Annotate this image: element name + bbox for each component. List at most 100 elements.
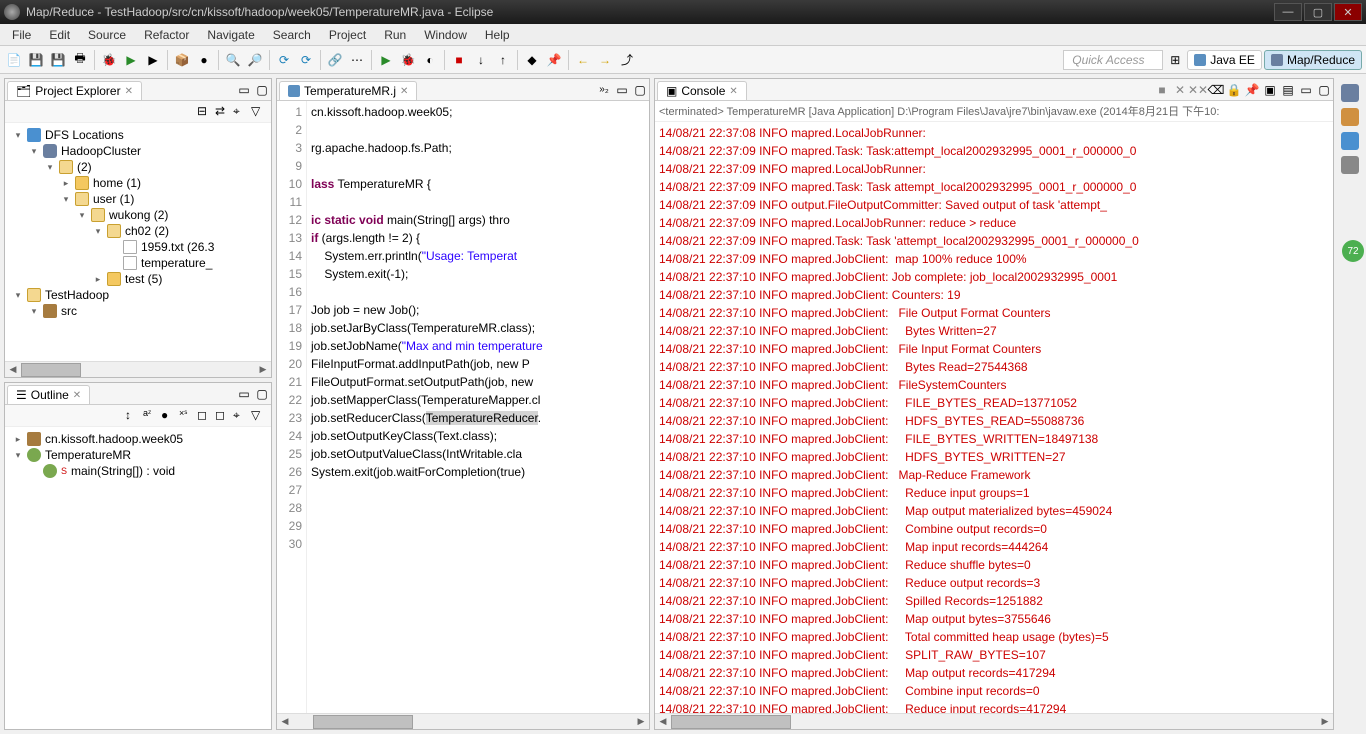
toggle-mark-button[interactable]: ◆: [522, 50, 542, 70]
minimize-pane-button[interactable]: ▭: [1298, 82, 1314, 98]
scroll-thumb[interactable]: [671, 715, 791, 729]
tree-twisty-icon[interactable]: ▾: [13, 290, 23, 301]
scroll-right-icon[interactable]: ▶: [633, 715, 649, 729]
collapse-all-button[interactable]: ⊟: [197, 104, 213, 120]
outline-node[interactable]: Smain(String[]) : void: [9, 463, 267, 479]
tree-node[interactable]: ▾user (1): [9, 191, 267, 207]
view-menu-button[interactable]: ▽: [251, 408, 267, 424]
minimize-pane-button[interactable]: ▭: [236, 386, 252, 402]
quick-access-input[interactable]: Quick Access: [1063, 50, 1163, 70]
scroll-left-icon[interactable]: ◀: [277, 715, 293, 729]
clear-button[interactable]: ⌫: [1208, 82, 1224, 98]
console-output[interactable]: 14/08/21 22:37:08 INFO mapred.LocalJobRu…: [655, 122, 1333, 713]
hide-static-button[interactable]: ×ˢ: [179, 408, 195, 424]
tree-twisty-icon[interactable]: ▾: [13, 450, 23, 461]
perspective-java-ee[interactable]: Java EE: [1187, 50, 1262, 70]
editor-tab[interactable]: TemperatureMR.j ✕: [279, 81, 417, 100]
tree-twisty-icon[interactable]: ▾: [29, 146, 39, 157]
outline-node[interactable]: ▾TemperatureMR: [9, 447, 267, 463]
open-type-button[interactable]: 🔍: [223, 50, 243, 70]
console-tab[interactable]: ▣ Console ✕: [657, 81, 747, 100]
scrollbar-h[interactable]: ◀ ▶: [277, 713, 649, 729]
menu-source[interactable]: Source: [80, 26, 134, 44]
notification-badge[interactable]: 72: [1342, 240, 1364, 262]
menu-run[interactable]: Run: [376, 26, 414, 44]
maximize-pane-button[interactable]: ▢: [254, 386, 270, 402]
run-config-button[interactable]: ▶: [376, 50, 396, 70]
scroll-left-icon[interactable]: ◀: [655, 715, 671, 729]
az-sort-button[interactable]: aᶻ: [143, 408, 159, 424]
perspective-mapreduce[interactable]: Map/Reduce: [1264, 50, 1362, 70]
open-console-button[interactable]: ▤: [1280, 82, 1296, 98]
sort-button[interactable]: ↕: [125, 408, 141, 424]
refresh-button[interactable]: ⟳: [274, 50, 294, 70]
focus-button[interactable]: ⌖: [233, 408, 249, 424]
display-selected-button[interactable]: ▣: [1262, 82, 1278, 98]
coverage-button[interactable]: ◐: [420, 50, 440, 70]
tree-twisty-icon[interactable]: ▾: [77, 210, 87, 221]
tree-node[interactable]: ▸home (1): [9, 175, 267, 191]
run-last-button[interactable]: ▶: [143, 50, 163, 70]
save-button[interactable]: 💾: [26, 50, 46, 70]
outline-node[interactable]: ▸cn.kissoft.hadoop.week05: [9, 431, 267, 447]
next-annotation-button[interactable]: ↓: [471, 50, 491, 70]
focus-button[interactable]: ⌖: [233, 104, 249, 120]
new-package-button[interactable]: 📦: [172, 50, 192, 70]
external-button[interactable]: 🔗: [325, 50, 345, 70]
scroll-left-icon[interactable]: ◀: [5, 363, 21, 377]
tree-node[interactable]: ▸test (5): [9, 271, 267, 287]
minimize-pane-button[interactable]: ▭: [236, 82, 252, 98]
open-perspective-button[interactable]: ⊞: [1165, 50, 1185, 70]
pin-console-button[interactable]: 📌: [1244, 82, 1260, 98]
code-area[interactable]: cn.kissoft.hadoop.week05; rg.apache.hado…: [307, 101, 649, 713]
scroll-right-icon[interactable]: ▶: [255, 363, 271, 377]
search-button[interactable]: 🔎: [245, 50, 265, 70]
close-icon[interactable]: ✕: [400, 86, 408, 97]
tree-twisty-icon[interactable]: ▾: [61, 194, 71, 205]
menu-navigate[interactable]: Navigate: [199, 26, 262, 44]
remove-button[interactable]: ✕: [1172, 82, 1188, 98]
hide-local-button[interactable]: ◻: [215, 408, 231, 424]
close-button[interactable]: ✕: [1334, 3, 1362, 21]
pin-button[interactable]: 📌: [544, 50, 564, 70]
debug-button[interactable]: 🐞: [99, 50, 119, 70]
tree-node[interactable]: ▾(2): [9, 159, 267, 175]
link-editor-button[interactable]: ⇄: [215, 104, 231, 120]
outline-tab[interactable]: ☰ Outline ✕: [7, 385, 90, 404]
tree-twisty-icon[interactable]: ▾: [93, 226, 103, 237]
trim-cheat-icon[interactable]: [1341, 156, 1359, 174]
hide-nonpublic-button[interactable]: ◻: [197, 408, 213, 424]
tree-twisty-icon[interactable]: ▾: [45, 162, 55, 173]
minimize-button[interactable]: —: [1274, 3, 1302, 21]
menu-edit[interactable]: Edit: [41, 26, 78, 44]
show-list-button[interactable]: »₂: [596, 82, 612, 98]
editor-body[interactable]: 1239101112131415161718192021222324252627…: [277, 101, 649, 713]
scroll-lock-button[interactable]: 🔒: [1226, 82, 1242, 98]
sync-button[interactable]: ⟳: [296, 50, 316, 70]
maximize-button[interactable]: ▢: [1304, 3, 1332, 21]
nav-fwd-button[interactable]: →: [595, 50, 615, 70]
tree-twisty-icon[interactable]: ▸: [93, 274, 103, 285]
menu-file[interactable]: File: [4, 26, 39, 44]
minimize-pane-button[interactable]: ▭: [614, 82, 630, 98]
nav-up-button[interactable]: ⤴: [617, 50, 637, 70]
menu-search[interactable]: Search: [265, 26, 319, 44]
scroll-thumb[interactable]: [313, 715, 413, 729]
trim-hadoop-icon[interactable]: [1341, 84, 1359, 102]
remove-all-button[interactable]: ✕✕: [1190, 82, 1206, 98]
save-all-button[interactable]: 💾: [48, 50, 68, 70]
tree-twisty-icon[interactable]: ▸: [61, 178, 71, 189]
maximize-pane-button[interactable]: ▢: [254, 82, 270, 98]
tree-node[interactable]: ▾TestHadoop: [9, 287, 267, 303]
scroll-thumb[interactable]: [21, 363, 81, 377]
new-class-button[interactable]: ●: [194, 50, 214, 70]
terminate-button[interactable]: ■: [449, 50, 469, 70]
tree-node[interactable]: ▾wukong (2): [9, 207, 267, 223]
print-button[interactable]: 🖶: [70, 50, 90, 70]
run-button[interactable]: ▶: [121, 50, 141, 70]
tree-node[interactable]: ▾src: [9, 303, 267, 319]
trim-at-icon[interactable]: [1341, 132, 1359, 150]
menu-window[interactable]: Window: [416, 26, 475, 44]
tree-twisty-icon[interactable]: ▾: [29, 306, 39, 317]
close-icon[interactable]: ✕: [729, 86, 737, 97]
